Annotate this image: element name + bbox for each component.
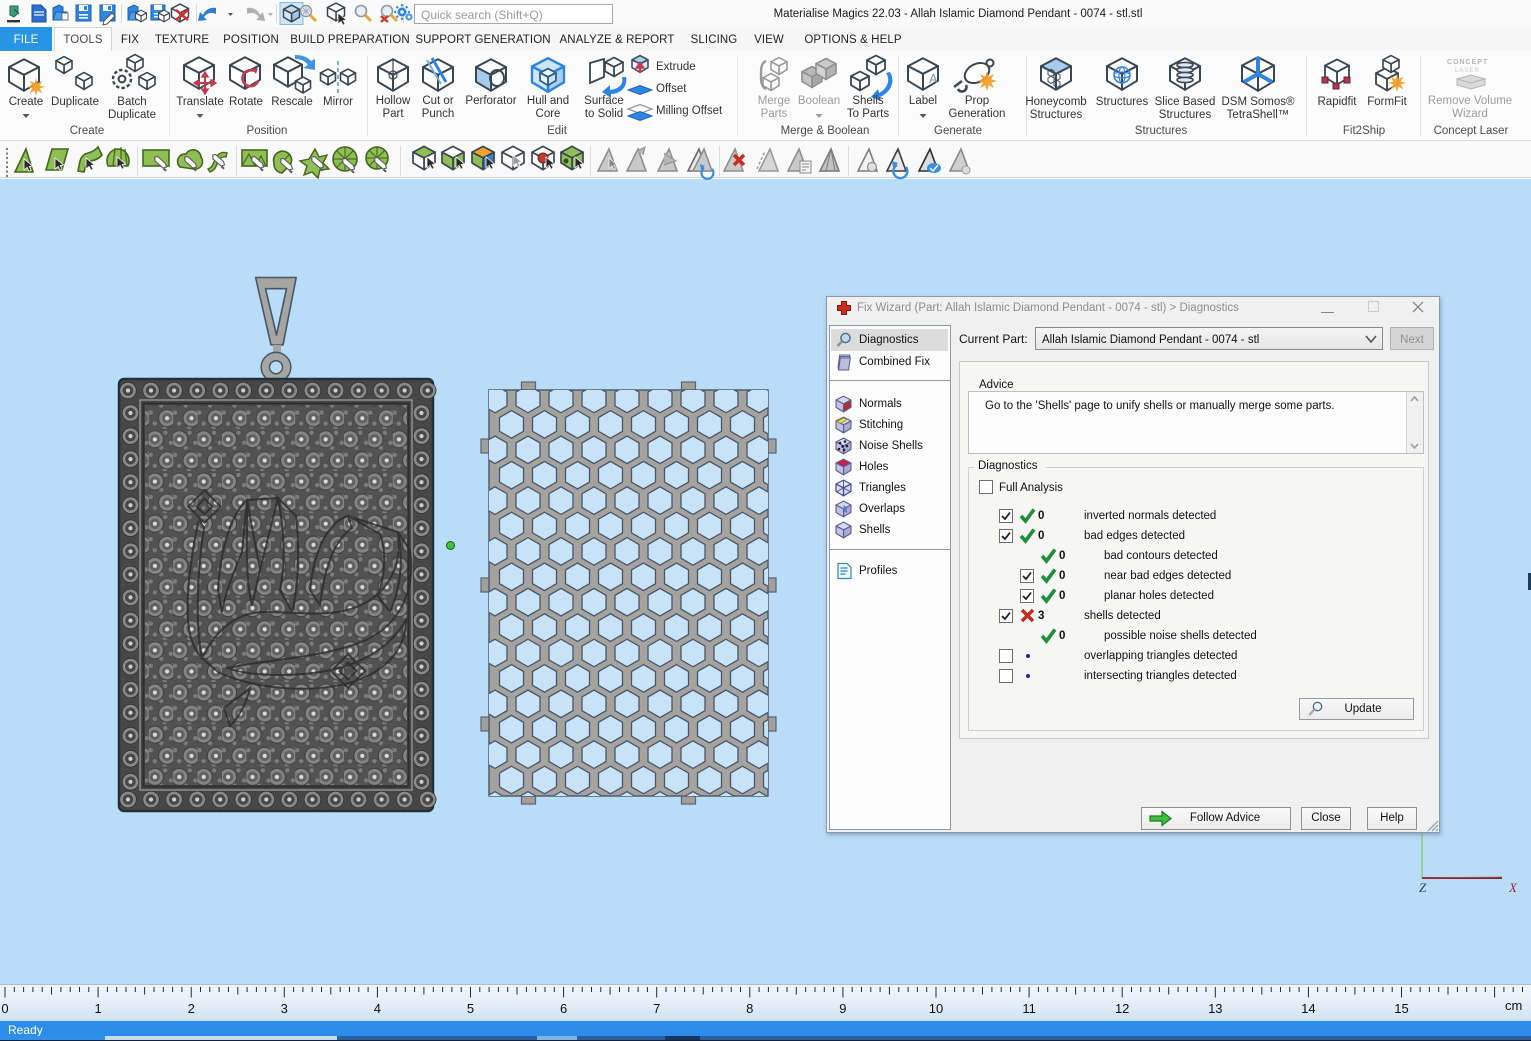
svg-text:6: 6: [560, 1001, 567, 1016]
svg-text:13: 13: [1208, 1001, 1222, 1016]
svg-text:5: 5: [467, 1001, 474, 1016]
svg-text:12: 12: [1115, 1001, 1129, 1016]
svg-text:1: 1: [94, 1001, 101, 1016]
svg-text:0: 0: [1, 1001, 8, 1016]
svg-text:10: 10: [929, 1001, 943, 1016]
svg-text:15: 15: [1394, 1001, 1408, 1016]
svg-text:Z: Z: [1419, 880, 1427, 895]
svg-text:X: X: [1508, 880, 1518, 895]
svg-text:3: 3: [281, 1001, 288, 1016]
svg-text:8: 8: [746, 1001, 753, 1016]
svg-text:2: 2: [188, 1001, 195, 1016]
svg-text:4: 4: [374, 1001, 381, 1016]
svg-text:7: 7: [653, 1001, 660, 1016]
svg-text:14: 14: [1301, 1001, 1315, 1016]
svg-text:cm: cm: [1505, 998, 1522, 1013]
svg-text:11: 11: [1022, 1001, 1036, 1016]
svg-text:9: 9: [839, 1001, 846, 1016]
